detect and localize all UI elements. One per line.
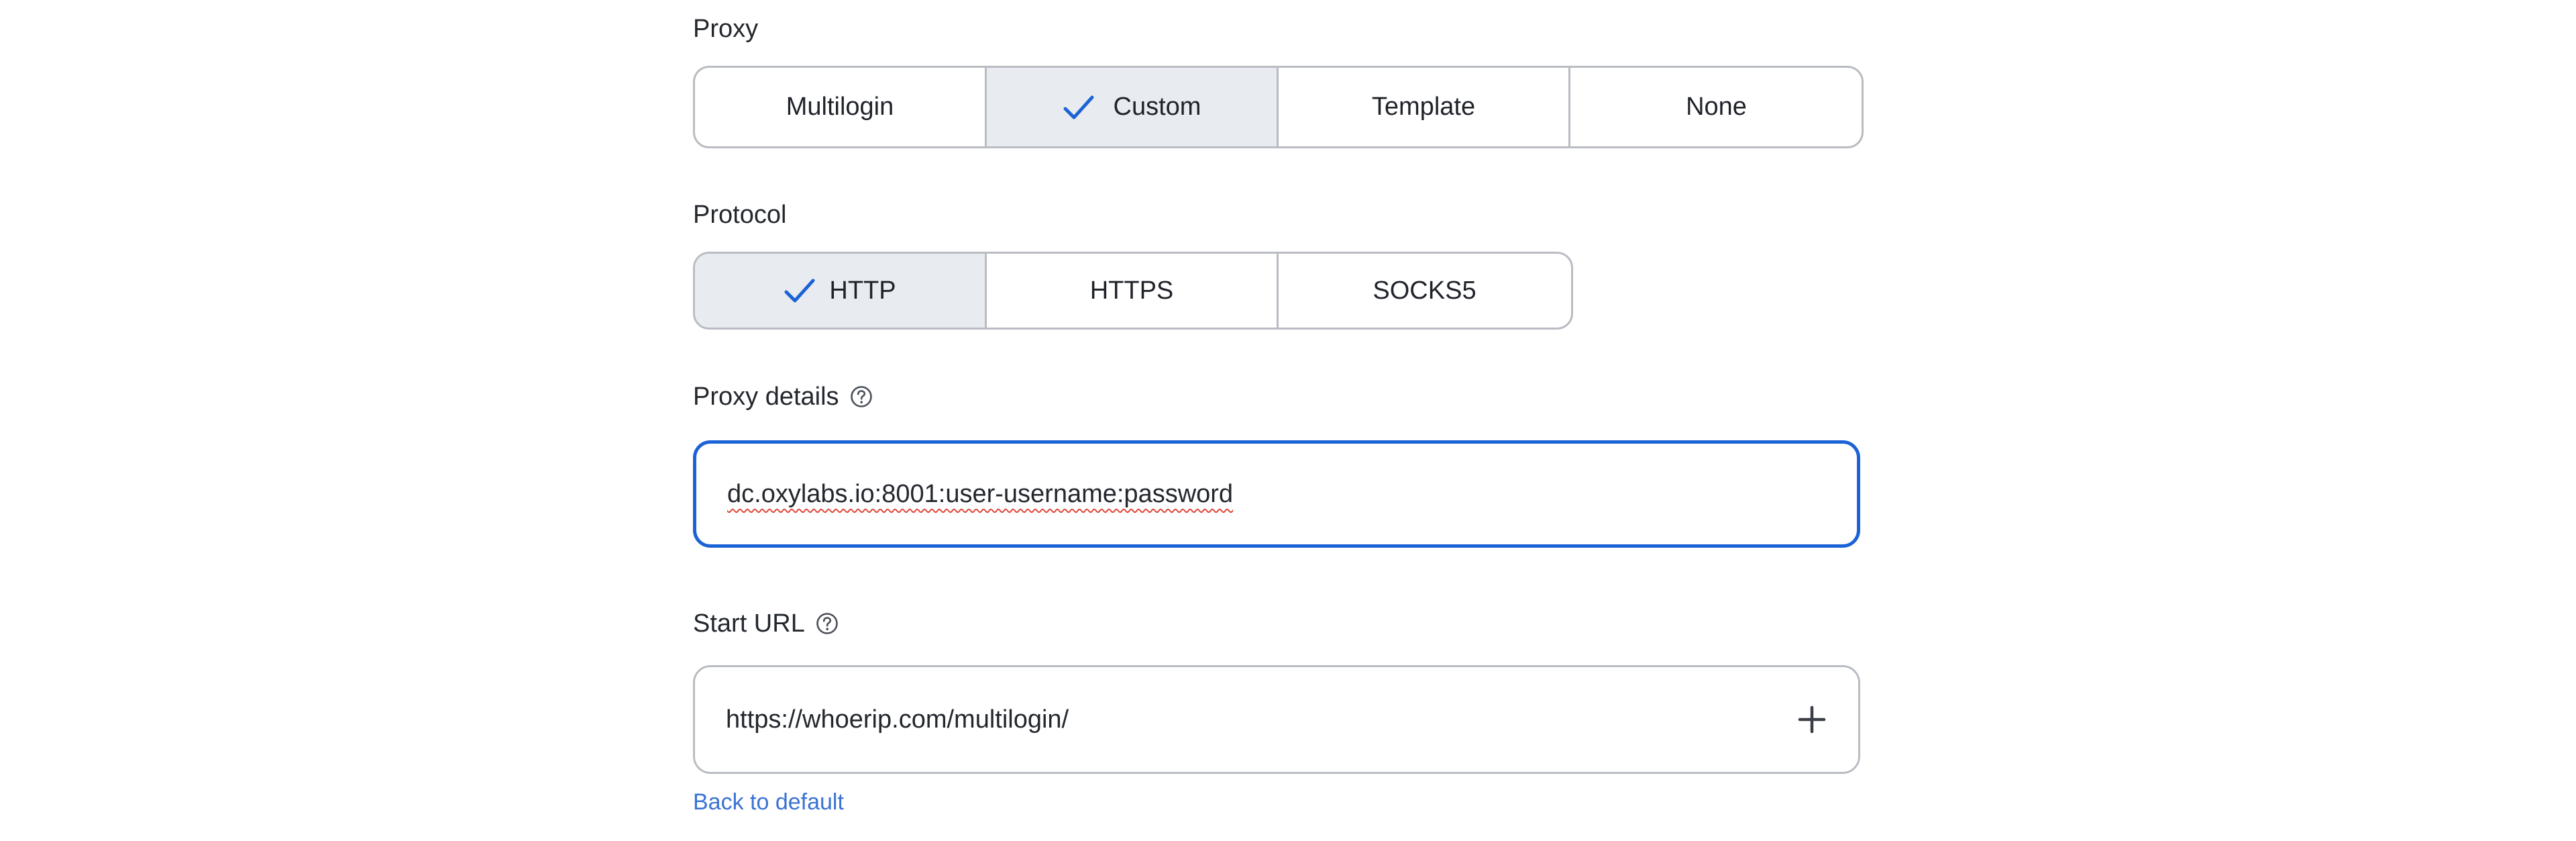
protocol-option-label: SOCKS5 bbox=[1373, 276, 1477, 305]
protocol-option-label: HTTP bbox=[829, 276, 896, 305]
protocol-option-https[interactable]: HTTPS bbox=[987, 254, 1279, 328]
proxy-option-multilogin[interactable]: Multilogin bbox=[695, 68, 987, 146]
proxy-option-label: Custom bbox=[1113, 93, 1201, 121]
plus-icon[interactable] bbox=[1796, 704, 1827, 735]
protocol-option-http[interactable]: HTTP bbox=[695, 254, 987, 328]
protocol-label: Protocol bbox=[693, 199, 786, 230]
proxy-option-label: Template bbox=[1371, 93, 1476, 121]
protocol-option-socks5[interactable]: SOCKS5 bbox=[1279, 254, 1570, 328]
check-icon bbox=[784, 279, 815, 303]
proxy-details-label-text: Proxy details bbox=[693, 383, 839, 411]
help-icon[interactable] bbox=[850, 385, 873, 408]
start-url-value: https://whoerip.com/multilogin/ bbox=[726, 705, 1069, 734]
back-to-default-link[interactable]: Back to default bbox=[693, 789, 844, 815]
protocol-selector: HTTP HTTPS SOCKS5 bbox=[693, 252, 1573, 330]
proxy-type-selector: Multilogin Custom Template None bbox=[693, 66, 1864, 148]
check-icon bbox=[1063, 95, 1094, 119]
start-url-label: Start URL bbox=[693, 608, 839, 639]
proxy-settings-form: Proxy Multilogin Custom Template None Pr… bbox=[693, 0, 1867, 841]
proxy-label-text: Proxy bbox=[693, 15, 759, 43]
proxy-option-none[interactable]: None bbox=[1570, 68, 1862, 146]
protocol-option-label: HTTPS bbox=[1089, 276, 1174, 305]
help-icon[interactable] bbox=[816, 612, 839, 635]
start-url-label-text: Start URL bbox=[693, 609, 805, 638]
proxy-option-custom[interactable]: Custom bbox=[987, 68, 1279, 146]
proxy-option-template[interactable]: Template bbox=[1279, 68, 1570, 146]
start-url-input[interactable]: https://whoerip.com/multilogin/ bbox=[693, 665, 1860, 774]
proxy-details-value: dc.oxylabs.io:8001:user-username:passwor… bbox=[727, 479, 1234, 508]
proxy-option-label: Multilogin bbox=[786, 93, 894, 121]
proxy-label: Proxy bbox=[693, 13, 758, 44]
proxy-option-label: None bbox=[1686, 93, 1747, 121]
proxy-details-label: Proxy details bbox=[693, 381, 873, 412]
proxy-details-input[interactable]: dc.oxylabs.io:8001:user-username:passwor… bbox=[693, 440, 1860, 548]
protocol-label-text: Protocol bbox=[693, 201, 787, 229]
